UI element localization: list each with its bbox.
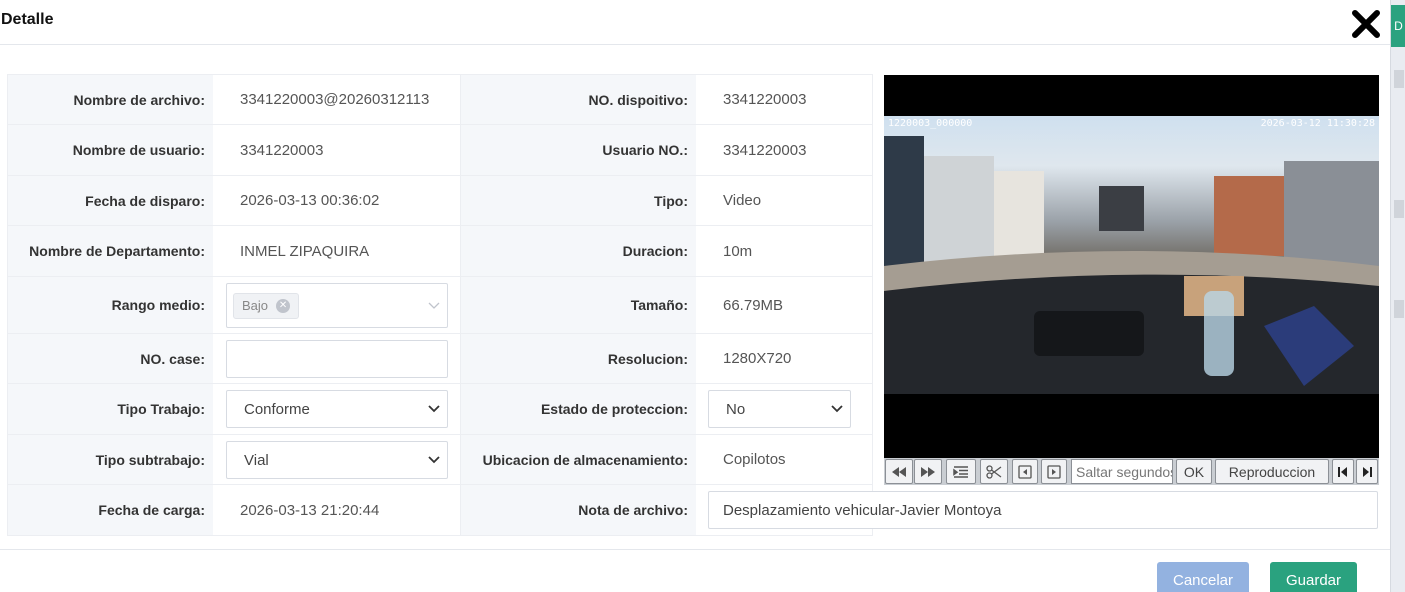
dialog-header: Detalle [0,0,1390,45]
label-tamano: Tamaño: [460,277,696,333]
osd-timestamp: 2026-03-12 11:30:28 [1260,118,1375,129]
label-rango-medio: Rango medio: [8,277,213,333]
dialog-title: Detalle [1,11,54,28]
player-controls: Saltar segundos OK Reproduccion [884,458,1379,485]
label-nota-archivo: Nota de archivo: [460,485,696,535]
detail-form: Nombre de archivo: 3341220003@2026031211… [7,74,873,536]
form-row: Nombre de usuario: 3341220003 Usuario NO… [8,125,872,176]
estado-proteccion-select[interactable]: No [708,390,851,428]
form-row: Rango medio: Bajo ✕ Tamaño: 66.79MB [8,277,872,334]
label-fecha-carga: Fecha de carga: [8,485,213,535]
detail-dialog: Detalle Nombre de archivo: 3341220003@20… [0,0,1390,592]
value-nombre-usuario: 3341220003 [240,141,324,159]
rewind-icon[interactable] [885,459,913,484]
form-row: Nombre de archivo: 3341220003@2026031211… [8,75,872,125]
chevron-down-icon [428,302,440,309]
ok-button[interactable]: OK [1176,459,1212,484]
label-no-dispositivo: NO. dispoitivo: [460,75,696,124]
tag-remove-icon[interactable]: ✕ [276,298,291,313]
tipo-subtrabajo-select[interactable]: Vial [226,441,448,479]
form-row: NO. case: Resolucion: 1280X720 [8,334,872,384]
value-fecha-disparo: 2026-03-13 00:36:02 [240,192,380,209]
value-no-dispositivo: 3341220003 [723,91,807,108]
next-frame-icon[interactable] [1041,459,1067,484]
playback-button[interactable]: Reproduccion [1215,459,1329,484]
tipo-trabajo-select[interactable]: Conforme [226,390,448,428]
value-departamento: INMEL ZIPAQUIRA [240,242,370,260]
background-marker [1394,200,1404,218]
label-ubicacion: Ubicacion de almacenamiento: [460,435,696,484]
value-fecha-carga: 2026-03-13 21:20:44 [240,501,380,519]
chevron-down-icon [428,405,440,413]
no-case-input[interactable] [226,340,448,378]
rango-medio-select[interactable]: Bajo ✕ [226,283,448,328]
value-usuario-no: 3341220003 [723,141,807,159]
label-fecha-disparo: Fecha de disparo: [8,176,213,225]
skip-end-icon[interactable] [1356,459,1378,484]
value-duracion: 10m [723,242,753,260]
video-frame[interactable]: 1220003_000000 2026-03-12 11:30:28 [884,116,1379,394]
form-row: Nombre de Departamento: INMEL ZIPAQUIRA … [8,226,872,277]
label-no-case: NO. case: [8,334,213,383]
label-usuario-no: Usuario NO.: [460,125,696,175]
video-scene [884,136,1379,394]
form-row: Tipo Trabajo: Conforme Estado de protecc… [8,384,872,435]
chevron-down-icon [428,456,440,464]
chevron-down-icon [831,405,843,413]
background-marker [1394,70,1404,88]
cancel-button[interactable]: Cancelar [1157,562,1249,592]
close-icon[interactable] [1350,8,1382,40]
value-nombre-archivo: 3341220003@20260312113 [240,91,430,108]
label-tipo-subtrabajo: Tipo subtrabajo: [8,435,213,484]
value-tipo: Video [723,192,762,209]
value-tamano: 66.79MB [723,296,784,314]
video-player[interactable]: 1220003_000000 2026-03-12 11:30:28 [884,75,1379,458]
label-departamento: Nombre de Departamento: [8,226,213,276]
label-resolucion: Resolucion: [460,334,696,383]
fast-forward-icon[interactable] [914,459,942,484]
skip-start-icon[interactable] [1332,459,1354,484]
save-button[interactable]: Guardar [1270,562,1357,592]
rango-medio-tag: Bajo ✕ [233,292,300,319]
background-page-strip: D [1390,0,1405,592]
label-tipo-trabajo: Tipo Trabajo: [8,384,213,434]
background-tab[interactable]: D [1391,5,1405,47]
label-tipo: Tipo: [460,176,696,225]
playlist-icon[interactable] [946,459,976,484]
osd-device-id: 1220003_000000 [888,118,973,129]
footer-divider [0,549,1390,550]
value-ubicacion: Copilotos [723,451,786,468]
label-estado-proteccion: Estado de proteccion: [460,384,696,434]
label-duracion: Duracion: [460,226,696,276]
nota-archivo-input[interactable]: Desplazamiento vehicular-Javier Montoya [708,491,1378,529]
jump-seconds-input[interactable]: Saltar segundos [1071,459,1173,484]
prev-frame-icon[interactable] [1012,459,1038,484]
scissors-icon[interactable] [980,459,1008,484]
form-row: Tipo subtrabajo: Vial Ubicacion de almac… [8,435,872,485]
label-nombre-archivo: Nombre de archivo: [8,75,213,124]
label-nombre-usuario: Nombre de usuario: [8,125,213,175]
form-row: Fecha de disparo: 2026-03-13 00:36:02 Ti… [8,176,872,226]
background-marker [1394,300,1404,318]
value-resolucion: 1280X720 [723,350,792,367]
